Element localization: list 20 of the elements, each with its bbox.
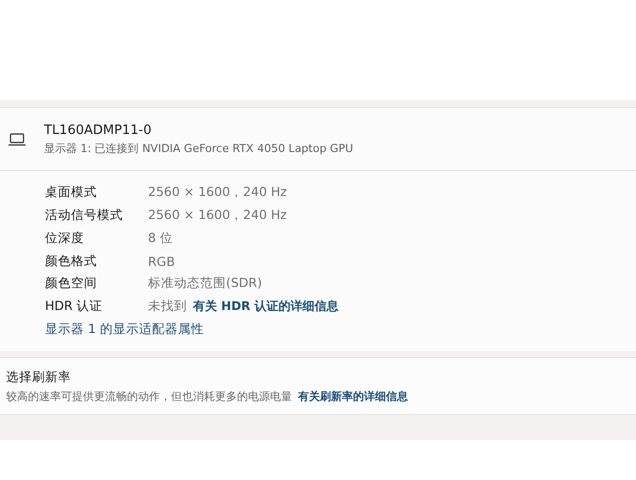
detail-value: RGB	[148, 254, 175, 268]
laptop-icon	[8, 132, 26, 146]
adapter-properties-link[interactable]: 显示器 1 的显示适配器属性	[45, 321, 204, 338]
detail-value: 2560 × 1600，240 Hz	[148, 184, 287, 201]
refresh-rate-link[interactable]: 有关刷新率的详细信息	[298, 388, 408, 404]
refresh-rate-title: 选择刷新率	[6, 368, 72, 386]
detail-value: 2560 × 1600，240 Hz	[148, 206, 287, 224]
detail-value: 未找到	[148, 298, 187, 316]
display-name: TL160ADMP11-0	[44, 122, 152, 138]
detail-label: 颜色空间	[45, 275, 98, 292]
detail-value: 标准动态范围(SDR)	[148, 275, 262, 292]
detail-value: 8 位	[148, 230, 173, 247]
detail-label: HDR 认证	[45, 298, 104, 316]
display-subtitle: 显示器 1: 已连接到 NVIDIA GeForce RTX 4050 Laptop GPU	[44, 140, 354, 156]
detail-label: 颜色格式	[45, 252, 98, 270]
detail-link[interactable]: 有关 HDR 认证的详细信息	[193, 298, 339, 316]
detail-label: 桌面模式	[45, 184, 98, 201]
refresh-rate-description: 较高的速率可提供更流畅的动作，但也消耗更多的电源电量	[6, 388, 292, 404]
detail-label: 活动信号模式	[45, 206, 124, 224]
detail-label: 位深度	[45, 230, 85, 247]
